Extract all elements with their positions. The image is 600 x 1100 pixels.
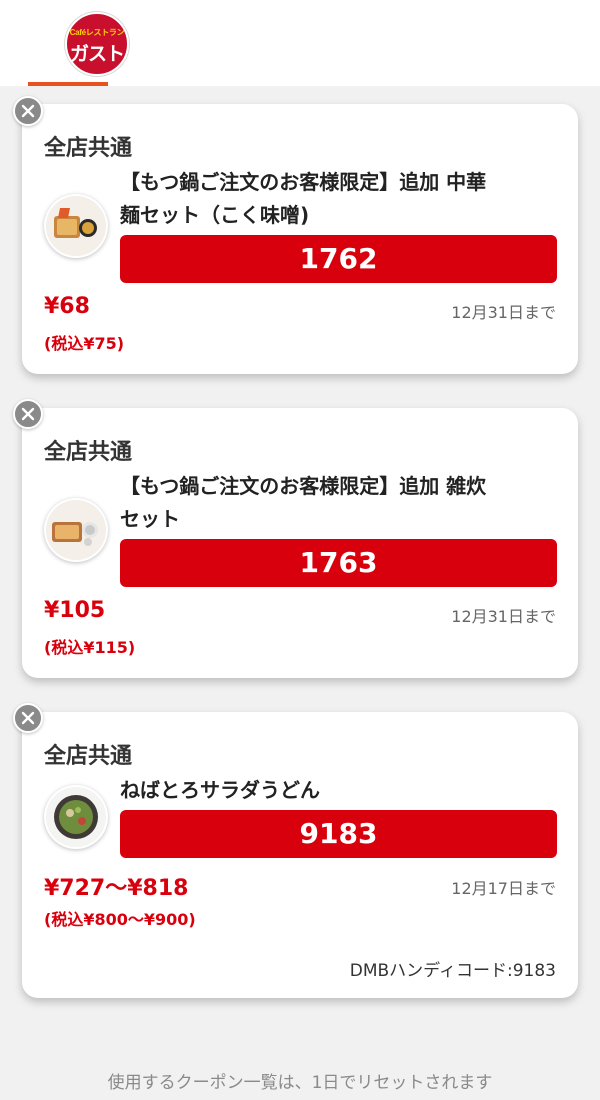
coupon-card: 全店共通 ねばとろサラダうどん 9183 ¥727〜¥818 (税込¥800〜¥… <box>22 712 578 998</box>
coupon-price: ¥105 <box>44 598 106 623</box>
coupon-title: ねばとろサラダうどん <box>120 774 540 807</box>
close-coupon-button[interactable] <box>13 399 43 429</box>
coupon-scope: 全店共通 <box>44 136 133 161</box>
coupon-price-tax: (税込¥75) <box>44 334 125 353</box>
close-icon <box>21 407 35 421</box>
coupon-scope: 全店共通 <box>44 440 133 465</box>
coupon-title-line: ねばとろサラダうどん <box>120 778 320 802</box>
active-tab-indicator <box>28 82 108 86</box>
coupon-price-tax: (税込¥115) <box>44 638 136 657</box>
coupon-scope: 全店共通 <box>44 744 133 769</box>
logo-title: ガスト <box>69 43 125 65</box>
coupon-expiry: 12月31日まで <box>451 607 556 626</box>
coupon-code-button[interactable]: 1763 <box>120 539 557 587</box>
coupon-thumbnail <box>44 194 108 258</box>
coupon-code-button[interactable]: 9183 <box>120 810 557 858</box>
close-coupon-button[interactable] <box>13 703 43 733</box>
logo-subtitle: Caféレストラン <box>69 28 125 37</box>
coupon-price: ¥727〜¥818 <box>44 876 189 901</box>
coupon-thumbnail <box>44 498 108 562</box>
coupon-title: 【もつ鍋ご注文のお客様限定】追加 雑炊 セット <box>120 470 540 536</box>
close-coupon-button[interactable] <box>13 96 43 126</box>
coupon-title-line: セット <box>120 507 180 531</box>
coupon-title-line: 麺セット（こく味噌) <box>120 203 310 227</box>
coupon-title-line: 【もつ鍋ご注文のお客様限定】追加 雑炊 <box>120 474 487 498</box>
app-header: Caféレストラン ガスト <box>0 0 600 86</box>
close-icon <box>21 711 35 725</box>
gusto-logo: Caféレストラン ガスト <box>65 12 129 76</box>
coupon-card: 全店共通 【もつ鍋ご注文のお客様限定】追加 中華 麺セット（こく味噌) 1762… <box>22 104 578 374</box>
coupon-card: 全店共通 【もつ鍋ご注文のお客様限定】追加 雑炊 セット 1763 ¥105 (… <box>22 408 578 678</box>
coupon-expiry: 12月31日まで <box>451 303 556 322</box>
coupon-code-button[interactable]: 1762 <box>120 235 557 283</box>
coupon-price-tax: (税込¥800〜¥900) <box>44 910 196 929</box>
close-icon <box>21 104 35 118</box>
coupon-price: ¥68 <box>44 294 90 319</box>
coupon-title-line: 【もつ鍋ご注文のお客様限定】追加 中華 <box>120 170 487 194</box>
reset-notice: 使用するクーポン一覧は、1日でリセットされます <box>107 1073 493 1093</box>
tab-gusto[interactable]: Caféレストラン ガスト <box>28 0 129 86</box>
coupon-thumbnail <box>44 785 108 849</box>
coupon-title: 【もつ鍋ご注文のお客様限定】追加 中華 麺セット（こく味噌) <box>120 166 540 232</box>
coupon-expiry: 12月17日まで <box>451 879 556 898</box>
dmb-handy-code: DMBハンディコード:9183 <box>349 961 556 981</box>
